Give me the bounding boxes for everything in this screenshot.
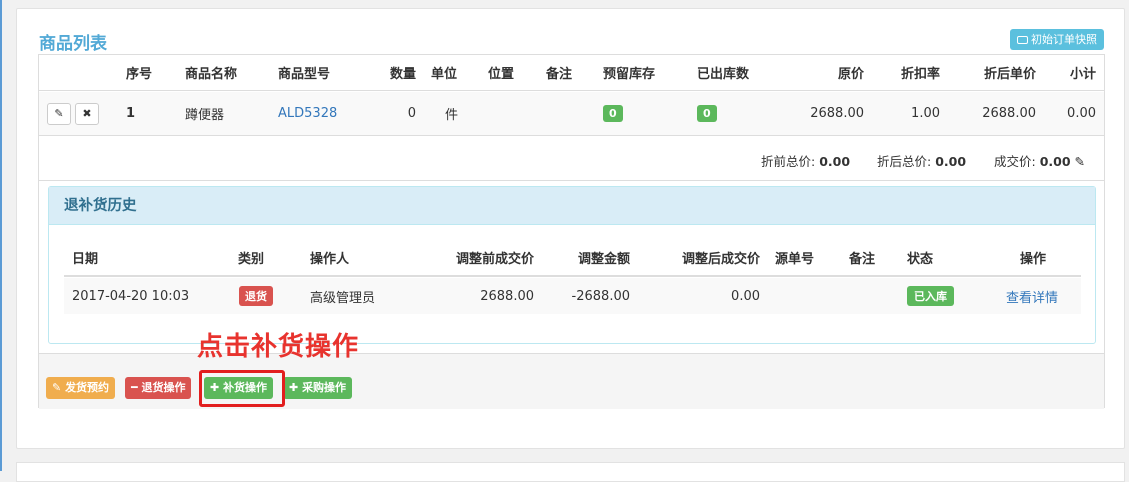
left-accent-line — [0, 0, 2, 471]
row-discount: 1.00 — [911, 106, 940, 121]
col-shipped: 已出库数 — [697, 67, 750, 82]
return-button[interactable]: ━ 退货操作 — [125, 377, 192, 399]
pencil-icon: ✎ — [54, 107, 64, 120]
page-title: 商品列表 — [39, 34, 107, 54]
row-qty: 0 — [407, 106, 416, 121]
hcol-type: 类别 — [238, 251, 265, 267]
minus-icon: ━ — [131, 381, 138, 394]
table-row: 2017-04-20 10:03 退货 高级管理员 2688.00 -2688.… — [64, 278, 1081, 314]
hcol-date: 日期 — [72, 251, 99, 267]
view-details-link[interactable]: 查看详情 — [1006, 278, 1058, 314]
total-after: 折后总价: 0.00 — [877, 154, 967, 169]
row-seq: 1 — [126, 106, 136, 121]
col-subtotal: 小计 — [1069, 67, 1096, 82]
col-name: 商品名称 — [185, 67, 238, 82]
hcol-note: 备注 — [849, 251, 876, 267]
row-name: 蹲便器 — [185, 108, 225, 123]
hcol-after: 调整后成交价 — [681, 251, 760, 267]
next-panel — [16, 462, 1125, 482]
table-row: ✎ ✖ 1 蹲便器 ALD5328 0 件 0 0 2688.00 1.00 2… — [39, 92, 1104, 136]
hrow-operator: 高级管理员 — [310, 290, 376, 306]
col-discount: 折扣率 — [900, 67, 940, 82]
edit-button[interactable]: ✎ — [47, 102, 71, 125]
camera-icon — [1017, 36, 1028, 44]
hcol-operator: 操作人 — [310, 251, 350, 267]
row-model-link[interactable]: ALD5328 — [278, 92, 337, 135]
hcol-before: 调整前成交价 — [455, 251, 534, 267]
hcol-action: 操作 — [1020, 251, 1047, 267]
hcol-amount: 调整金额 — [577, 251, 630, 267]
col-reserved: 预留库存 — [603, 67, 656, 82]
col-position: 位置 — [488, 67, 515, 82]
col-unit: 单位 — [431, 67, 458, 82]
row-subtotal: 0.00 — [1067, 106, 1096, 121]
ship-appointment-button[interactable]: ✎ 发货预约 — [46, 377, 116, 399]
pencil-icon: ✎ — [52, 381, 62, 394]
totals-bar: 折前总价: 0.00 折后总价: 0.00 成交价: 0.00 ✎ — [39, 137, 1104, 181]
edit-deal-icon[interactable]: ✎ — [1075, 154, 1085, 169]
highlight-box — [199, 370, 285, 407]
row-actions: ✎ ✖ — [47, 92, 103, 135]
snapshot-button[interactable]: 初始订单快照 — [1010, 29, 1104, 50]
total-deal: 成交价: 0.00 ✎ — [994, 154, 1086, 169]
history-table-header: 日期 类别 操作人 调整前成交价 调整金额 调整后成交价 源单号 备注 状态 操… — [64, 239, 1081, 277]
hrow-type: 退货 — [239, 278, 273, 314]
row-disc-price: 2688.00 — [982, 106, 1036, 121]
col-seq: 序号 — [126, 67, 153, 82]
hrow-status: 已入库 — [907, 278, 954, 314]
row-price: 2688.00 — [810, 106, 864, 121]
row-reserved: 0 — [603, 92, 623, 135]
hcol-status: 状态 — [907, 251, 934, 267]
purchase-button[interactable]: ✚ 采购操作 — [283, 377, 353, 399]
hrow-date: 2017-04-20 10:03 — [72, 288, 190, 304]
hcol-source: 源单号 — [775, 251, 815, 267]
close-icon: ✖ — [82, 107, 92, 120]
hrow-after: 0.00 — [731, 288, 760, 304]
col-note: 备注 — [546, 67, 573, 82]
col-price: 原价 — [837, 67, 864, 82]
delete-button[interactable]: ✖ — [75, 102, 99, 125]
hrow-amount: -2688.00 — [571, 288, 630, 304]
goods-table-header: 序号 商品名称 商品型号 数量 单位 位置 备注 预留库存 已出库数 原价 折扣… — [39, 55, 1104, 91]
type-badge: 退货 — [239, 286, 273, 306]
plus-icon: ✚ — [289, 381, 299, 394]
history-panel: 退补货历史 日期 类别 操作人 调整前成交价 调整金额 调整后成交价 源单号 备… — [48, 186, 1096, 344]
total-before: 折前总价: 0.00 — [761, 154, 851, 169]
col-model: 商品型号 — [278, 67, 331, 82]
col-qty: 数量 — [389, 67, 416, 82]
reserved-badge: 0 — [603, 105, 623, 122]
status-badge: 已入库 — [907, 286, 954, 306]
col-disc-price: 折后单价 — [983, 67, 1036, 82]
row-unit: 件 — [445, 108, 459, 123]
hrow-before: 2688.00 — [480, 288, 534, 304]
annotation-text: 点击补货操作 — [197, 332, 360, 362]
shipped-badge: 0 — [697, 105, 717, 122]
row-shipped: 0 — [697, 92, 717, 135]
history-title: 退补货历史 — [49, 187, 1095, 225]
